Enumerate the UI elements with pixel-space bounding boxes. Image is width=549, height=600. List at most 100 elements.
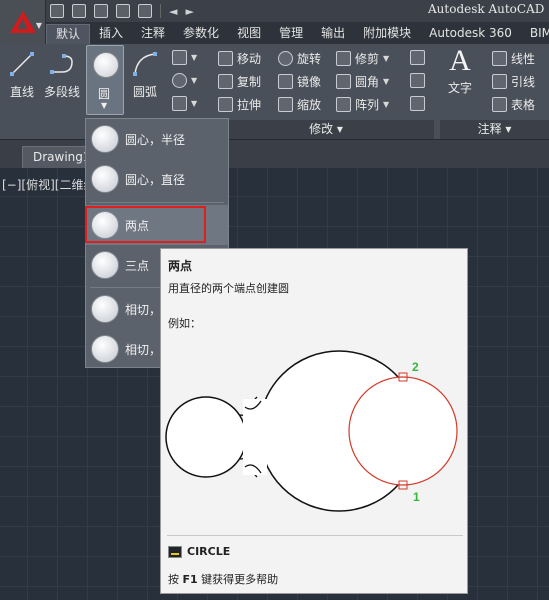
- linear-dimension-tool[interactable]: 线性: [492, 50, 535, 67]
- copy-tool[interactable]: 复制: [218, 73, 261, 90]
- rotate-label: 旋转: [297, 52, 322, 66]
- table-tool[interactable]: 表格: [492, 96, 535, 113]
- help-key: F1: [182, 573, 198, 586]
- tab-addins[interactable]: 附加模块: [354, 24, 420, 44]
- ellipse-tool[interactable]: ▼: [172, 73, 197, 88]
- fillet-label: 圆角: [355, 75, 380, 89]
- line-icon: [8, 50, 36, 78]
- fillet-tool[interactable]: 圆角 ▼: [336, 73, 389, 90]
- menu-item-center-radius[interactable]: 圆心，半径: [86, 119, 228, 159]
- menu-item-label: 相切，: [125, 302, 162, 317]
- tab-default[interactable]: 默认: [46, 24, 91, 44]
- point-2-label: 2: [412, 360, 419, 374]
- line-button[interactable]: 直线: [8, 50, 36, 100]
- arc-button[interactable]: 圆弧: [131, 50, 159, 100]
- offset-icon: [410, 96, 425, 111]
- mirror-tool[interactable]: 镜像: [278, 73, 321, 90]
- scale-tool[interactable]: 缩放: [278, 96, 321, 113]
- command-line-icon: [168, 545, 182, 558]
- new-file-icon[interactable]: [50, 4, 64, 18]
- trim-tool[interactable]: 修剪 ▼: [336, 50, 389, 67]
- text-label: 文字: [447, 81, 472, 95]
- toolbar-divider: [160, 4, 161, 18]
- open-file-icon[interactable]: [72, 4, 86, 18]
- tooltip-description: 用直径的两个端点创建圆: [168, 282, 289, 295]
- dimension-icon: [492, 51, 507, 66]
- chevron-down-icon: ▼: [191, 76, 198, 85]
- application-menu-button[interactable]: ▼: [0, 0, 46, 44]
- leader-tool[interactable]: 引线: [492, 73, 535, 90]
- tab-view[interactable]: 视图: [228, 24, 270, 44]
- tab-annotate[interactable]: 注释: [132, 24, 174, 44]
- ellipse-icon: [172, 73, 187, 88]
- viewport-controls[interactable]: [−][俯视][二维线: [2, 176, 95, 193]
- chevron-down-icon: ▼: [383, 77, 390, 86]
- undo-icon[interactable]: ◄: [169, 5, 177, 18]
- circle-tangent-tangent-icon: [91, 335, 119, 363]
- rotate-tool[interactable]: 旋转: [278, 50, 321, 67]
- point-1-label: 1: [413, 490, 420, 504]
- help-suffix: 键获得更多帮助: [201, 573, 279, 586]
- tab-insert[interactable]: 插入: [90, 24, 132, 44]
- help-prefix: 按: [168, 573, 179, 586]
- polyline-label: 多段线: [44, 85, 81, 99]
- array-tool[interactable]: 阵列 ▼: [336, 96, 389, 113]
- annotation-panel-title[interactable]: 注释 ▾: [440, 120, 549, 139]
- linear-label: 线性: [511, 52, 536, 66]
- array-icon: [336, 97, 351, 112]
- text-a-icon: A: [449, 44, 471, 77]
- mirror-icon: [278, 74, 293, 89]
- copy-label: 复制: [237, 75, 262, 89]
- save-icon[interactable]: [94, 4, 108, 18]
- rotate-icon: [278, 51, 293, 66]
- menu-item-label: 圆心，直径: [125, 172, 186, 187]
- print-icon[interactable]: [138, 4, 152, 18]
- ribbon: 直线 多段线 圆 ▼ 圆弧 ▼ ▼ ▼ 移动 旋转 修剪 ▼ 复制 镜像 圆角 ▼ …: [0, 44, 549, 140]
- tab-manage[interactable]: 管理: [270, 24, 312, 44]
- stretch-label: 拉伸: [237, 98, 262, 112]
- chevron-down-icon: ▼: [383, 54, 390, 63]
- tab-parametric[interactable]: 参数化: [174, 24, 228, 44]
- array-label: 阵列: [355, 98, 380, 112]
- hatch-icon: [172, 96, 187, 111]
- explode-icon: [410, 73, 425, 88]
- stretch-tool[interactable]: 拉伸: [218, 96, 261, 113]
- circle-center-diameter-icon: [91, 165, 119, 193]
- stretch-icon: [218, 97, 233, 112]
- tooltip-help-text: 按 F1 键获得更多帮助: [168, 571, 278, 587]
- erase-tool[interactable]: [410, 50, 425, 65]
- move-tool[interactable]: 移动: [218, 50, 261, 67]
- copy-icon: [218, 74, 233, 89]
- ribbon-tabs: 默认 插入 注释 参数化 视图 管理 输出 附加模块 Autodesk 360 …: [46, 22, 549, 44]
- tooltip-example-diagram: 2 1: [165, 350, 458, 512]
- rectangle-tool[interactable]: ▼: [172, 50, 197, 65]
- result-circle: [348, 376, 458, 486]
- erase-icon: [410, 50, 425, 65]
- explode-tool[interactable]: [410, 73, 425, 88]
- trim-label: 修剪: [355, 52, 380, 66]
- circle-button[interactable]: 圆 ▼: [86, 45, 124, 115]
- autocad-logo-icon: [9, 11, 36, 33]
- mirror-label: 镜像: [297, 75, 322, 89]
- chevron-down-icon: ▼: [383, 100, 390, 109]
- redo-icon[interactable]: ►: [185, 5, 193, 18]
- scale-label: 缩放: [297, 98, 322, 112]
- tab-autodesk-360[interactable]: Autodesk 360: [420, 24, 521, 44]
- menu-item-center-diameter[interactable]: 圆心，直径: [86, 159, 228, 199]
- circle-three-points-icon: [91, 251, 119, 279]
- polyline-button[interactable]: 多段线: [44, 50, 80, 100]
- title-bar: ◄ ► Autodesk AutoCAD 2: [0, 0, 549, 22]
- rectangle-icon: [172, 50, 187, 65]
- chevron-down-icon: ▼: [35, 21, 42, 30]
- line-label: 直线: [9, 85, 34, 99]
- menu-item-label: 相切，: [125, 342, 162, 357]
- text-button[interactable]: A 文字: [446, 46, 474, 96]
- move-label: 移动: [237, 52, 262, 66]
- modify-panel-title[interactable]: 修改 ▾: [218, 120, 434, 139]
- menu-item-label: 三点: [125, 258, 150, 273]
- offset-tool[interactable]: [410, 96, 425, 111]
- save-as-icon[interactable]: [116, 4, 130, 18]
- tab-bim[interactable]: BIM 3: [521, 24, 549, 44]
- hatch-tool[interactable]: ▼: [172, 96, 197, 111]
- tab-output[interactable]: 输出: [312, 24, 354, 44]
